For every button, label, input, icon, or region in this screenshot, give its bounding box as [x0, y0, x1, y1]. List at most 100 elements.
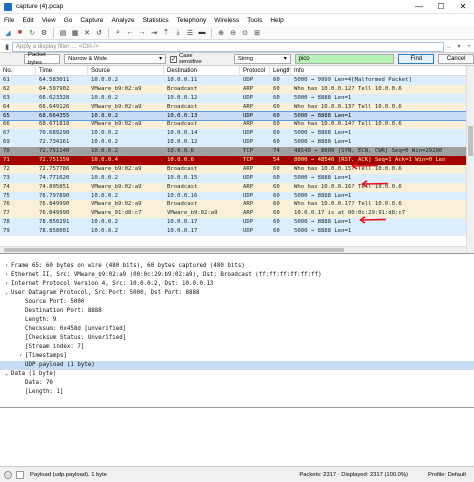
column-header-info[interactable]: Info: [291, 66, 474, 76]
status-profile[interactable]: Profile: Default: [428, 472, 466, 478]
packet-row[interactable]: 62 64.597902 VMware_b9:02:a9 Broadcast ARP 60…: [0, 84, 474, 94]
expand-toggle-icon[interactable]: ›: [2, 262, 11, 271]
expand-toggle-icon[interactable]: ⌄: [2, 289, 11, 298]
column-header-no[interactable]: No.: [0, 66, 36, 76]
menu-edit[interactable]: Edit: [18, 17, 37, 24]
search-input[interactable]: pico: [294, 54, 395, 64]
zoom-reset-icon[interactable]: ⊙: [240, 28, 250, 38]
zoom-in-icon[interactable]: ⊕: [216, 28, 226, 38]
menu-tools[interactable]: Tools: [243, 17, 266, 24]
packet-row[interactable]: 66 68.671818 VMware_b9:02:a9 Broadcast ARP 60…: [0, 120, 474, 130]
go-to-packet-icon[interactable]: ⇥: [149, 28, 159, 38]
expand-toggle-icon[interactable]: ›: [16, 352, 25, 361]
packet-row[interactable]: 75 76.797890 10.0.0.2 10.0.0.16 UDP 60 5000 → …: [0, 191, 474, 201]
packet-row[interactable]: 79 78.858001 10.0.0.2 10.0.0.17 UDP 60 5000 → …: [0, 227, 474, 237]
detail-tree-item[interactable]: › Internet Protocol Version 4, Src: 10.0.…: [0, 280, 474, 289]
packet-row[interactable]: 61 64.583011 10.0.0.2 10.0.0.11 UDP 60 5000 → …: [0, 76, 474, 85]
menu-file[interactable]: File: [0, 17, 18, 24]
menu-analyze[interactable]: Analyze: [107, 17, 138, 24]
char-width-select[interactable]: Narrow & Wide ▾: [64, 54, 166, 64]
menu-go[interactable]: Go: [60, 17, 77, 24]
column-header-protocol[interactable]: Protocol: [240, 66, 270, 76]
close-file-icon[interactable]: ✕: [82, 28, 92, 38]
detail-tree-item[interactable]: › Frame 65: 60 bytes on wire (480 bits), …: [0, 262, 474, 271]
packet-row[interactable]: 73 74.771620 10.0.0.2 10.0.0.15 UDP 60 5000 → …: [0, 173, 474, 183]
first-packet-icon[interactable]: ⤒: [161, 28, 171, 38]
packet-row[interactable]: 69 72.734161 10.0.0.2 10.0.0.12 UDP 60 5000 → …: [0, 138, 474, 148]
packet-list-horizontal-scrollbar[interactable]: [0, 246, 466, 253]
display-filter-input[interactable]: Apply a display filter … <Ctrl-/>: [12, 41, 444, 52]
save-file-icon[interactable]: ▦: [70, 28, 80, 38]
menu-statistics[interactable]: Statistics: [139, 17, 173, 24]
zoom-out-icon[interactable]: ⊖: [228, 28, 238, 38]
filter-dropdown-icon[interactable]: ▾: [454, 42, 464, 52]
go-back-icon[interactable]: ←: [125, 28, 135, 38]
scrollbar-thumb[interactable]: [468, 126, 473, 156]
detail-tree-item[interactable]: Source Port: 5000: [0, 298, 474, 307]
menu-help[interactable]: Help: [266, 17, 287, 24]
packet-list-vertical-scrollbar[interactable]: [466, 66, 474, 253]
detail-tree-item[interactable]: ⌄ Data (1 byte): [0, 370, 474, 379]
filter-apply-icon[interactable]: →: [444, 42, 454, 52]
packet-row[interactable]: 63 66.623328 10.0.0.2 10.0.0.12 UDP 60 5000 → …: [0, 93, 474, 103]
expand-toggle-icon[interactable]: ⌄: [2, 370, 11, 379]
autoscroll-icon[interactable]: ☰: [185, 28, 195, 38]
bookmark-icon[interactable]: ▮: [2, 42, 12, 52]
minimize-button[interactable]: —: [408, 0, 430, 14]
packet-row[interactable]: 72 72.757786 VMware_b9:02:a9 Broadcast ARP 60…: [0, 164, 474, 174]
cancel-button[interactable]: Cancel: [438, 54, 474, 64]
detail-tree-item[interactable]: UDP payload (1 byte): [0, 361, 474, 370]
colorize-icon[interactable]: ▬: [197, 28, 207, 38]
detail-tree-item[interactable]: Destination Port: 8888: [0, 307, 474, 316]
open-file-icon[interactable]: ▤: [58, 28, 68, 38]
expert-info-icon[interactable]: [4, 470, 12, 479]
resize-columns-icon[interactable]: ⊞: [252, 28, 262, 38]
menu-wireless[interactable]: Wireless: [210, 17, 243, 24]
stop-capture-icon[interactable]: ■: [15, 28, 25, 38]
restart-capture-icon[interactable]: ↻: [27, 28, 37, 38]
capture-comment-icon[interactable]: [16, 470, 24, 479]
packet-row[interactable]: 77 76.849990 VMware_91:d8:c7 VMware_b9:02:a…: [0, 209, 474, 219]
packet-row[interactable]: 64 66.649126 VMware_b9:02:a9 Broadcast ARP 60…: [0, 102, 474, 112]
packet-row[interactable]: 67 70.689298 10.0.0.2 10.0.0.14 UDP 60 5000 → …: [0, 129, 474, 139]
column-header-destination[interactable]: Destination: [164, 66, 240, 76]
packet-row[interactable]: 76 76.849990 VMware_b9:02:a9 Broadcast ARP 60…: [0, 200, 474, 210]
add-filter-button-icon[interactable]: +: [464, 42, 474, 52]
start-capture-icon[interactable]: ◢: [3, 28, 13, 38]
packet-row[interactable]: 65 68.664355 10.0.0.2 10.0.0.13 UDP 60 5000 → …: [0, 110, 474, 122]
detail-tree-item[interactable]: [Length: 1]: [0, 388, 474, 397]
capture-options-icon[interactable]: ⚙: [39, 28, 49, 38]
detail-tree-item[interactable]: Checksum: 0x458d [unverified]: [0, 325, 474, 334]
packet-row[interactable]: 70 72.751140 10.0.0.2 10.0.0.6 TCP 74 48540 → …: [0, 147, 474, 157]
expand-toggle-icon[interactable]: ›: [2, 280, 11, 289]
reload-file-icon[interactable]: ↺: [94, 28, 104, 38]
detail-tree-item[interactable]: › [Timestamps]: [0, 352, 474, 361]
maximize-button[interactable]: ☐: [430, 0, 452, 14]
find-button[interactable]: Find: [398, 54, 435, 64]
case-sensitive-checkbox[interactable]: ✓ Case sensitive: [170, 53, 214, 65]
column-header-time[interactable]: Time: [36, 66, 88, 76]
scrollbar-thumb[interactable]: [4, 248, 344, 252]
search-type-select[interactable]: String ▾: [233, 54, 291, 64]
column-header-length[interactable]: Length: [270, 66, 291, 76]
packet-row[interactable]: 74 74.805851 VMware_b9:02:a9 Broadcast ARP 60…: [0, 182, 474, 192]
packet-row[interactable]: 78 78.850291 10.0.0.2 10.0.0.17 UDP 60 5000 → …: [0, 218, 474, 228]
last-packet-icon[interactable]: ⤓: [173, 28, 183, 38]
display-filter-bar: ▮ Apply a display filter … <Ctrl-/> → ▾ …: [0, 41, 474, 53]
detail-tree-item[interactable]: Data: 70: [0, 379, 474, 388]
expand-toggle-icon[interactable]: ›: [2, 271, 11, 280]
detail-tree-item[interactable]: [Checksum Status: Unverified]: [0, 334, 474, 343]
detail-tree-item[interactable]: Length: 9: [0, 316, 474, 325]
menu-view[interactable]: View: [38, 17, 60, 24]
column-header-source[interactable]: Source: [88, 66, 164, 76]
search-scope-select[interactable]: Packet bytes: [24, 52, 61, 66]
close-button[interactable]: ✕: [452, 0, 474, 14]
detail-tree-item[interactable]: [Stream index: 7]: [0, 343, 474, 352]
packet-row[interactable]: 71 72.751159 10.0.0.4 10.0.0.6 TCP 54 8000 → 4…: [0, 156, 474, 165]
go-forward-icon[interactable]: →: [137, 28, 147, 38]
find-packet-icon[interactable]: ⌕: [113, 28, 123, 38]
menu-capture[interactable]: Capture: [76, 17, 107, 24]
detail-tree-item[interactable]: › Ethernet II, Src: VMware_b9:02:a9 (00:0…: [0, 271, 474, 280]
menu-telephony[interactable]: Telephony: [173, 17, 211, 24]
detail-tree-item[interactable]: ⌄ User Datagram Protocol, Src Port: 5000,…: [0, 289, 474, 298]
